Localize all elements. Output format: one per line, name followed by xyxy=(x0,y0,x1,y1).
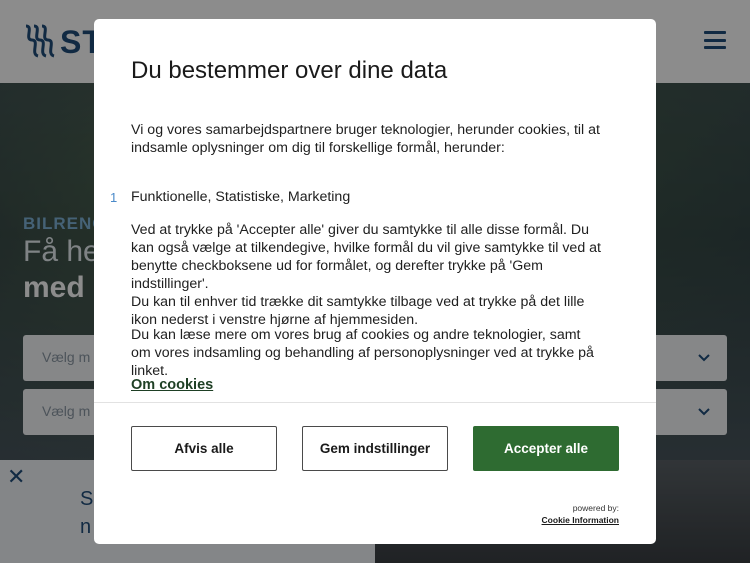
more-info-text: Du kan læse mere om vores brug af cookie… xyxy=(131,327,594,379)
about-cookies-link[interactable]: Om cookies xyxy=(131,377,213,393)
reject-all-button[interactable]: Afvis alle xyxy=(131,426,277,471)
dialog-title: Du bestemmer over dine data xyxy=(131,57,448,84)
save-settings-button[interactable]: Gem indstillinger xyxy=(302,426,448,471)
powered-by-label: powered by: xyxy=(572,503,619,513)
consent-text: Ved at trykke på 'Accepter alle' giver d… xyxy=(131,222,601,328)
purpose-count: 1 xyxy=(110,190,118,205)
intro-text: Vi og vores samarbejdspartnere bruger te… xyxy=(131,122,600,156)
cookie-consent-dialog: Du bestemmer over dine data Vi og vores … xyxy=(94,19,656,544)
purposes-list: Funktionelle, Statistiske, Marketing xyxy=(131,189,351,205)
divider xyxy=(94,402,656,403)
provider-link[interactable]: Cookie Information xyxy=(542,515,619,525)
accept-all-button[interactable]: Accepter alle xyxy=(473,426,619,471)
